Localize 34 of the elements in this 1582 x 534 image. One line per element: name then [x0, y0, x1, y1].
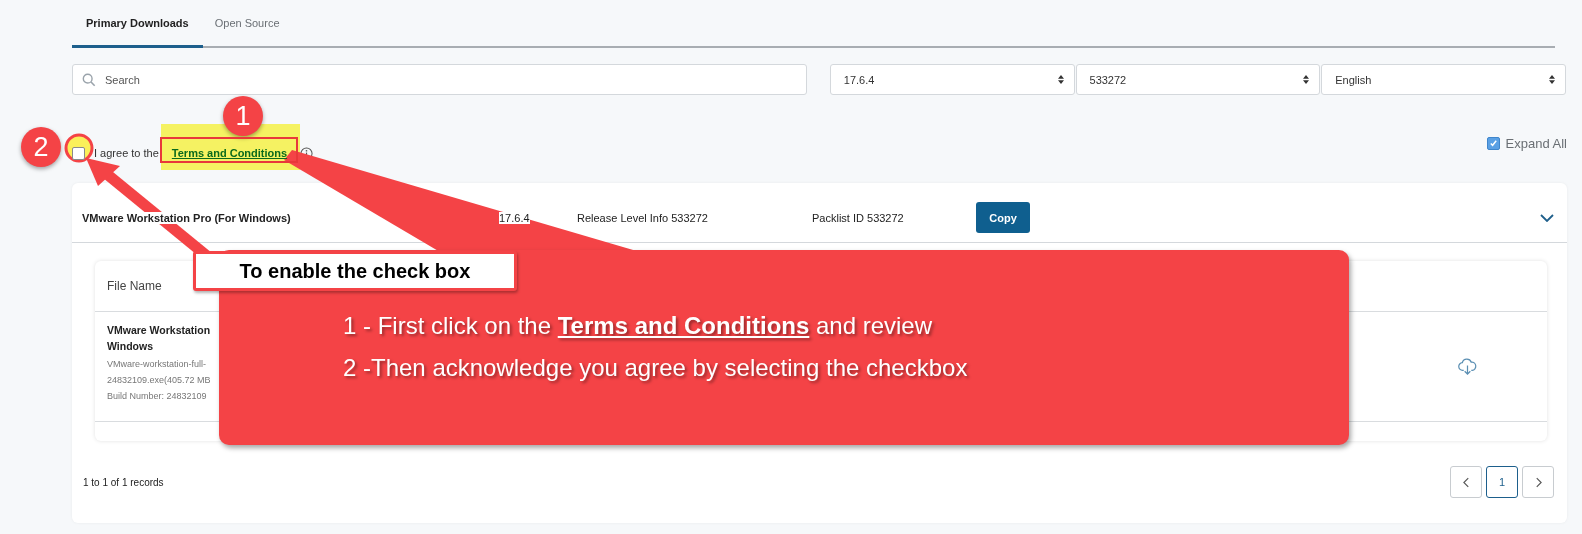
- instruction-text: 1 - First click on the Terms and Conditions and review: [343, 312, 933, 340]
- chevron-icon[interactable]: [1540, 213, 1554, 222]
- packlist-id: Packlist ID 533272: [812, 211, 905, 224]
- file-name: VMware Workstation Windows: [107, 323, 211, 354]
- tab[interactable]: Primary Downloads: [72, 0, 203, 48]
- instruction-text: 2 -Then acknowledge you agree by selecting the checkbox: [343, 354, 968, 382]
- column-header: File Name: [107, 279, 162, 293]
- sort-arrows-icon: [1057, 75, 1064, 84]
- step-badge: 2: [21, 127, 61, 167]
- expand-all-label: Expand All: [1505, 135, 1567, 151]
- cloud-download-icon[interactable]: [1458, 358, 1477, 375]
- records-count: 1 to 1 of 1 records: [83, 476, 164, 488]
- sort-arrows-icon: [1549, 75, 1555, 84]
- search-icon: [82, 73, 96, 87]
- dropdown[interactable]: 533272: [1075, 64, 1321, 95]
- search-field[interactable]: Search: [72, 64, 807, 95]
- callout-label: To enable the check box: [193, 251, 517, 291]
- sort-arrows-icon: [1303, 75, 1310, 84]
- expand-all-checkbox[interactable]: [1486, 136, 1500, 150]
- page-button[interactable]: 1: [1486, 466, 1518, 498]
- agree-label: I agree to the: [94, 147, 159, 159]
- check-icon: [1488, 138, 1498, 148]
- dropdown[interactable]: English: [1321, 64, 1566, 95]
- release-info: Release Level Info 533272: [577, 211, 709, 224]
- copy-button[interactable]: Copy: [976, 202, 1030, 233]
- chevron-right-icon: [1534, 476, 1542, 488]
- tab[interactable]: Open Source: [202, 0, 292, 48]
- product-version: 17.6.4: [499, 211, 530, 224]
- terms-link[interactable]: Terms and Conditions: [171, 147, 288, 159]
- dropdown[interactable]: 17.6.4: [829, 64, 1075, 95]
- step-badge: 1: [223, 96, 263, 136]
- chevron-left-icon: [1462, 476, 1470, 488]
- file-details: VMware-workstation-full- 24832109.exe(405.72 MB Build Number: 24832109: [107, 358, 211, 403]
- product-name: VMware Workstation Pro (For Windows): [82, 211, 291, 224]
